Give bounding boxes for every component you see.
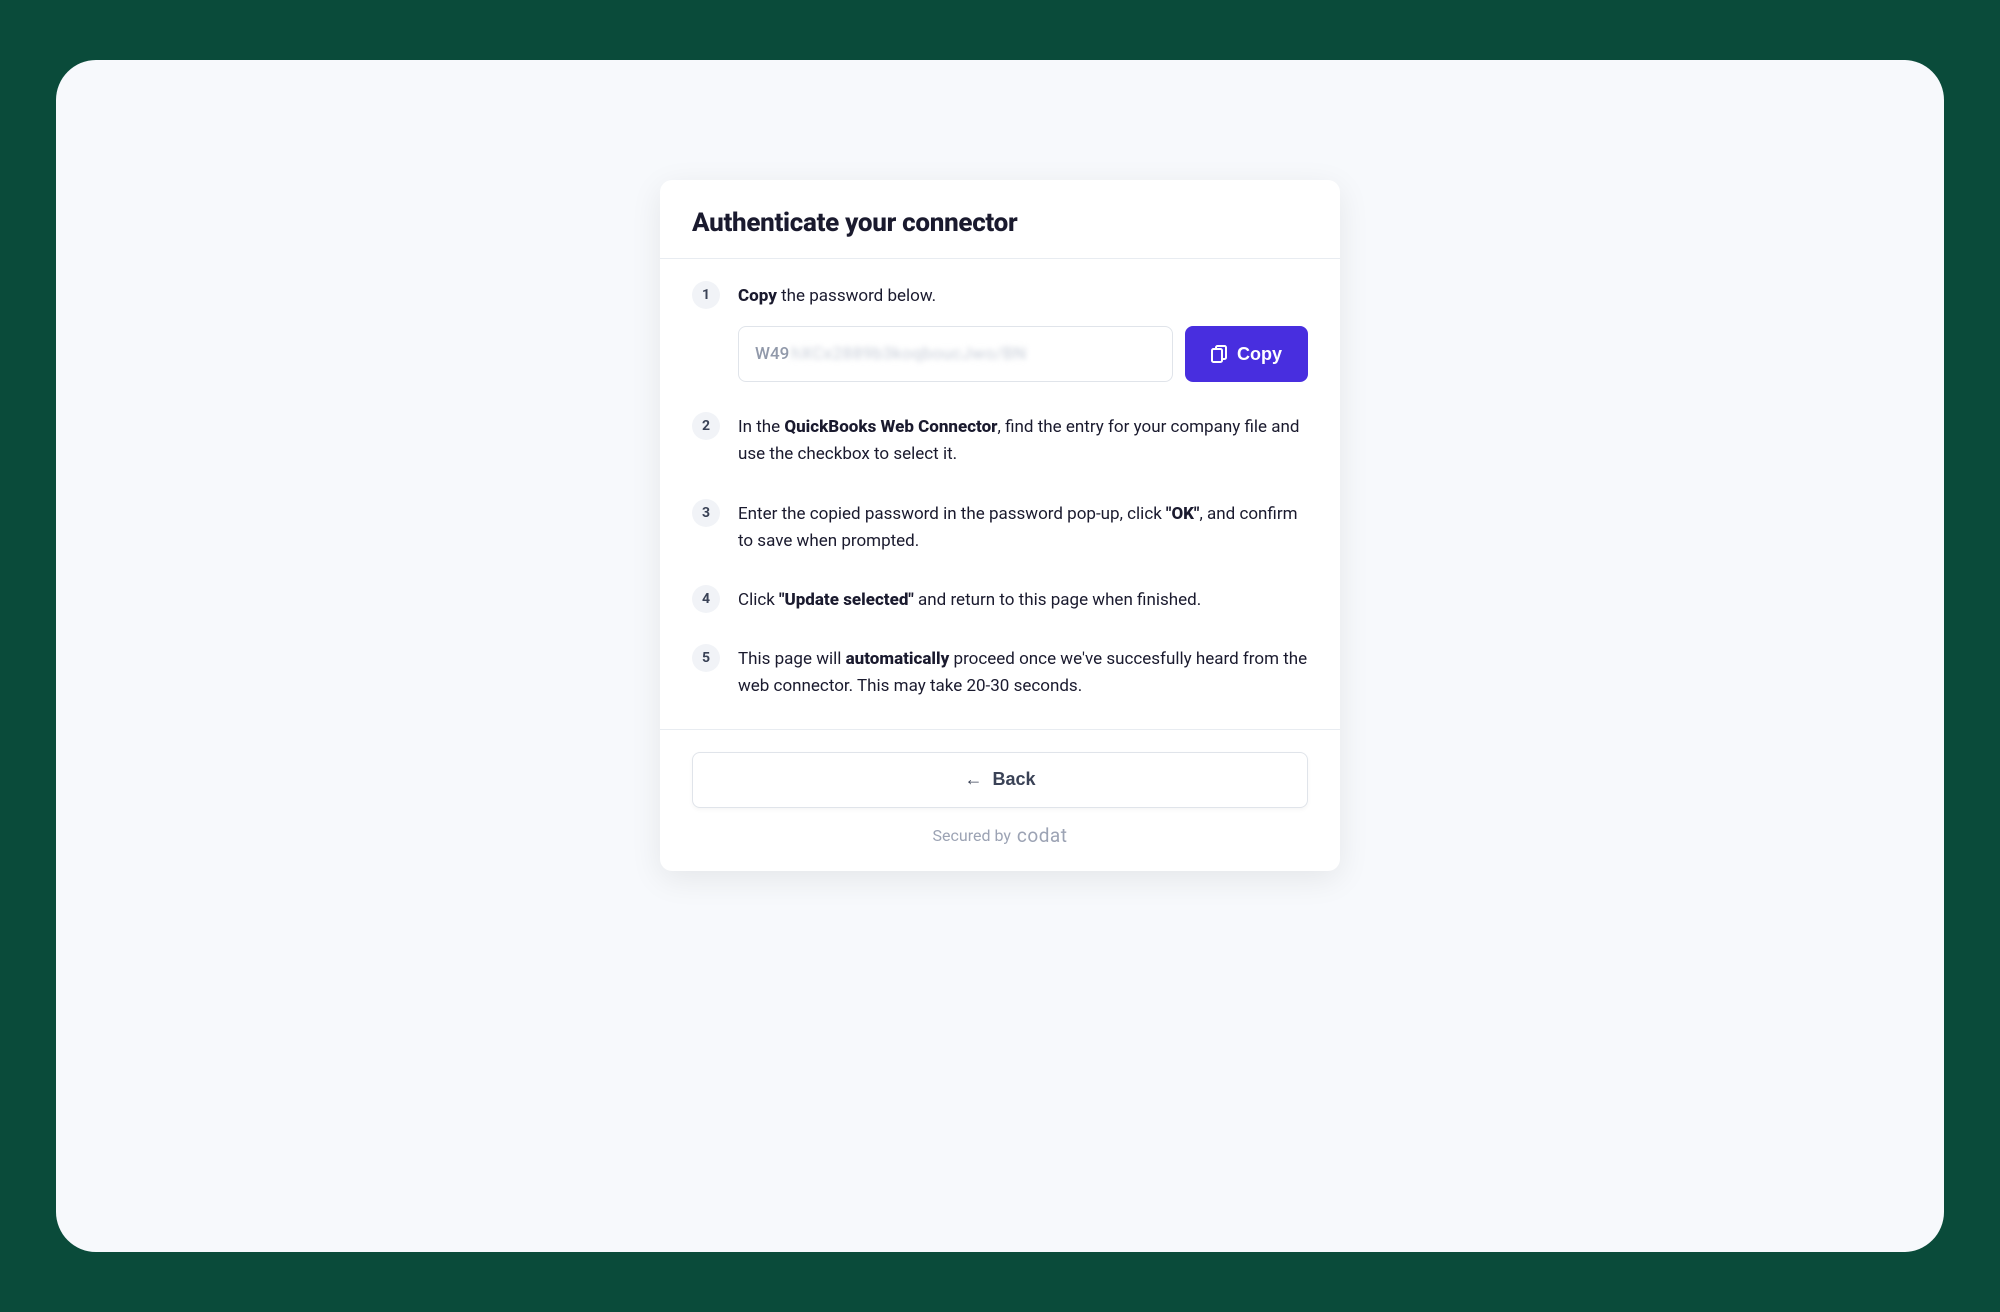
app-background: Authenticate your connector 1 Copy the p… (56, 60, 1944, 1252)
step-2-bold: QuickBooks Web Connector (784, 417, 997, 437)
card-header: Authenticate your connector (660, 180, 1340, 259)
step-4-content: Click "Update selected" and return to th… (738, 585, 1308, 614)
auth-connector-card: Authenticate your connector 1 Copy the p… (660, 180, 1340, 871)
step-5-text-before: This page will (738, 649, 846, 669)
copy-button-label: Copy (1237, 344, 1282, 365)
card-footer: ← Back Secured by codat (660, 729, 1340, 871)
step-3-bold: "OK" (1166, 504, 1199, 524)
step-2: 2 In the QuickBooks Web Connector, find … (692, 412, 1308, 468)
back-button-label: Back (992, 769, 1035, 790)
password-row: W49hXCx2889b3koqboucJwo/BN Copy (738, 326, 1308, 382)
password-blurred-suffix: hXCx2889b3koqboucJwo/BN (791, 341, 1026, 368)
step-1: 1 Copy the password below. W49hXCx2889b3… (692, 281, 1308, 382)
step-4-text-before: Click (738, 590, 779, 610)
step-4-text-after: and return to this page when finished. (914, 590, 1201, 610)
step-number-badge: 1 (692, 281, 720, 309)
step-3-content: Enter the copied password in the passwor… (738, 499, 1308, 555)
step-number-badge: 5 (692, 644, 720, 672)
step-number-badge: 3 (692, 499, 720, 527)
step-5-content: This page will automatically proceed onc… (738, 644, 1308, 700)
card-title: Authenticate your connector (692, 208, 1308, 238)
codat-logo: codat (1017, 824, 1068, 847)
step-3-text-before: Enter the copied password in the passwor… (738, 504, 1166, 524)
step-number-badge: 4 (692, 585, 720, 613)
secured-by-row: Secured by codat (692, 824, 1308, 847)
step-2-text-before: In the (738, 417, 784, 437)
step-1-content: Copy the password below. W49hXCx2889b3ko… (738, 281, 1308, 382)
step-5: 5 This page will automatically proceed o… (692, 644, 1308, 700)
card-body: 1 Copy the password below. W49hXCx2889b3… (660, 259, 1340, 729)
step-3: 3 Enter the copied password in the passw… (692, 499, 1308, 555)
step-number-badge: 2 (692, 412, 720, 440)
password-field[interactable]: W49hXCx2889b3koqboucJwo/BN (738, 326, 1173, 382)
password-visible-prefix: W49 (755, 341, 789, 368)
back-button[interactable]: ← Back (692, 752, 1308, 808)
step-1-bold: Copy (738, 286, 777, 306)
arrow-left-icon: ← (964, 769, 982, 790)
step-2-content: In the QuickBooks Web Connector, find th… (738, 412, 1308, 468)
copy-button[interactable]: Copy (1185, 326, 1308, 382)
secured-by-text: Secured by (933, 826, 1011, 845)
step-4: 4 Click "Update selected" and return to … (692, 585, 1308, 614)
step-1-text: the password below. (777, 286, 936, 306)
copy-icon (1211, 345, 1227, 363)
step-4-bold: "Update selected" (779, 590, 914, 610)
step-5-bold: automatically (846, 649, 950, 669)
